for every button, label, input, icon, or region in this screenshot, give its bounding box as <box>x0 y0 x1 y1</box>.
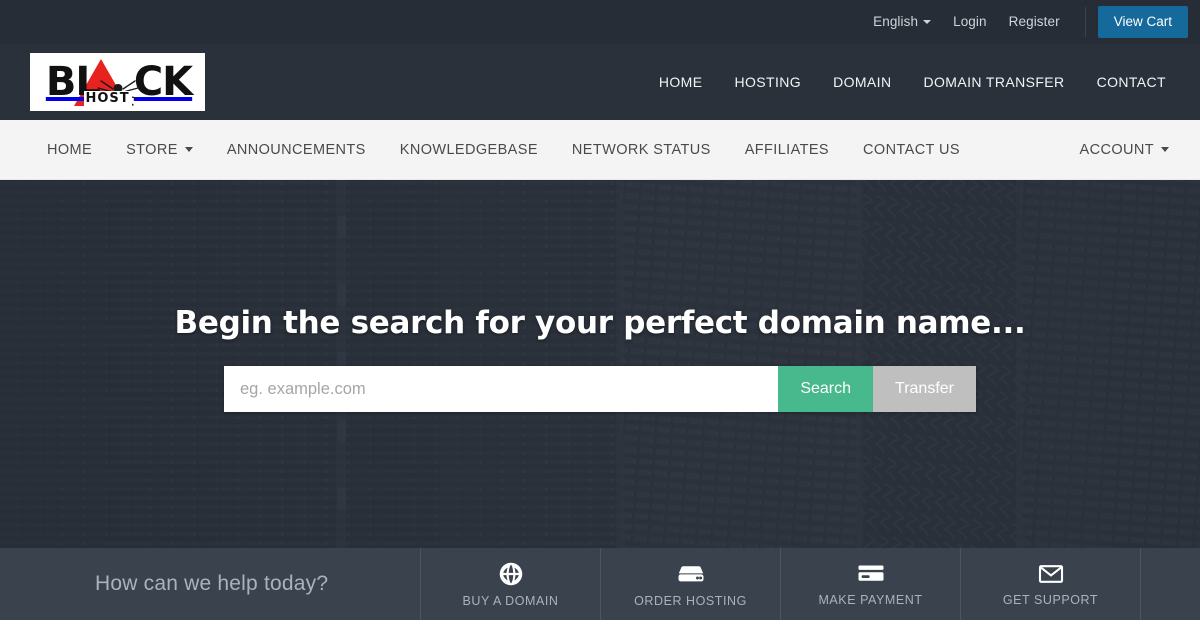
quick-link-buy-a-domain[interactable]: BUY A DOMAIN <box>420 548 600 620</box>
subnav-item-store[interactable]: STORE <box>109 142 210 158</box>
subnav-item-knowledgebase-label: KNOWLEDGEBASE <box>399 141 538 158</box>
domain-search-input[interactable] <box>224 366 779 412</box>
subnav-item-account-label: ACCOUNT <box>1079 141 1154 158</box>
subnav-item-knowledgebase[interactable]: KNOWLEDGEBASE <box>383 142 555 158</box>
envelope-icon <box>1038 562 1064 586</box>
subnav-item-network-status-label: NETWORK STATUS <box>571 141 711 158</box>
subnav-item-affiliates[interactable]: AFFILIATES <box>728 142 846 158</box>
secondary-nav: HOME STORE ANNOUNCEMENTS KNOWLEDGEBASE N… <box>0 120 1200 180</box>
subnav-item-contact-us[interactable]: CONTACT US <box>846 142 977 158</box>
help-bar-tail <box>1140 548 1200 620</box>
subnav-item-home-label: HOME <box>47 141 93 158</box>
chevron-down-icon <box>1161 147 1169 152</box>
quick-link-get-support[interactable]: GET SUPPORT <box>960 548 1140 620</box>
nav-item-home[interactable]: HOME <box>643 74 719 90</box>
top-utility-links: English Login Register View Cart <box>862 0 1188 44</box>
subnav-item-account[interactable]: ACCOUNT <box>1063 142 1187 158</box>
subnav-item-network-status[interactable]: NETWORK STATUS <box>555 142 728 158</box>
top-utility-bar: English Login Register View Cart <box>0 0 1200 44</box>
subnav-item-announcements[interactable]: ANNOUNCEMENTS <box>210 142 383 158</box>
subnav-item-affiliates-label: AFFILIATES <box>744 141 830 158</box>
nav-item-contact[interactable]: CONTACT <box>1081 74 1182 90</box>
nav-item-hosting[interactable]: HOSTING <box>718 74 817 90</box>
hero-headline: Begin the search for your perfect domain… <box>174 305 1026 341</box>
hero-content: Begin the search for your perfect domain… <box>0 180 1200 412</box>
language-label: English <box>873 14 919 29</box>
divider <box>1084 7 1086 37</box>
subnav-item-contact-us-label: CONTACT US <box>863 141 960 158</box>
site-logo[interactable]: BL CK HOST <box>30 53 205 111</box>
quick-link-order-hosting-label: ORDER HOSTING <box>634 593 747 608</box>
quick-link-make-payment[interactable]: MAKE PAYMENT <box>780 548 960 620</box>
quick-link-get-support-label: GET SUPPORT <box>1002 592 1099 607</box>
search-button[interactable]: Search <box>778 366 874 412</box>
chevron-down-icon <box>923 20 932 25</box>
chevron-down-icon <box>184 147 193 152</box>
help-bar-label: How can we help today? <box>95 572 329 595</box>
domain-search-form: Search Transfer <box>224 366 976 412</box>
logo-subtext: HOST <box>83 91 132 106</box>
quick-link-order-hosting[interactable]: ORDER HOSTING <box>600 548 780 620</box>
view-cart-button[interactable]: View Cart <box>1097 5 1188 39</box>
quick-help-bar: How can we help today? BUY A DOMAIN ORDE… <box>0 548 1200 620</box>
nav-item-domain-transfer[interactable]: DOMAIN TRANSFER <box>907 74 1080 90</box>
quick-link-buy-a-domain-label: BUY A DOMAIN <box>462 593 559 608</box>
subnav-item-store-label: STORE <box>126 141 178 158</box>
register-link[interactable]: Register <box>998 0 1071 44</box>
language-selector[interactable]: English <box>862 0 942 44</box>
hero-section: Begin the search for your perfect domain… <box>0 180 1200 548</box>
subnav-item-announcements-label: ANNOUNCEMENTS <box>226 141 366 158</box>
site-header: BL CK HOST HOME HOSTING DOMAIN DOMAIN TRA… <box>0 44 1200 120</box>
login-link[interactable]: Login <box>942 0 998 44</box>
subnav-item-home[interactable]: HOME <box>30 142 109 158</box>
primary-nav: HOME HOSTING DOMAIN DOMAIN TRANSFER CONT… <box>643 74 1182 90</box>
nav-item-domain[interactable]: DOMAIN <box>817 74 907 90</box>
credit-card-icon <box>857 562 885 586</box>
server-icon <box>677 561 705 587</box>
quick-link-make-payment-label: MAKE PAYMENT <box>818 592 923 607</box>
globe-icon <box>498 561 524 587</box>
transfer-button[interactable]: Transfer <box>873 366 976 412</box>
